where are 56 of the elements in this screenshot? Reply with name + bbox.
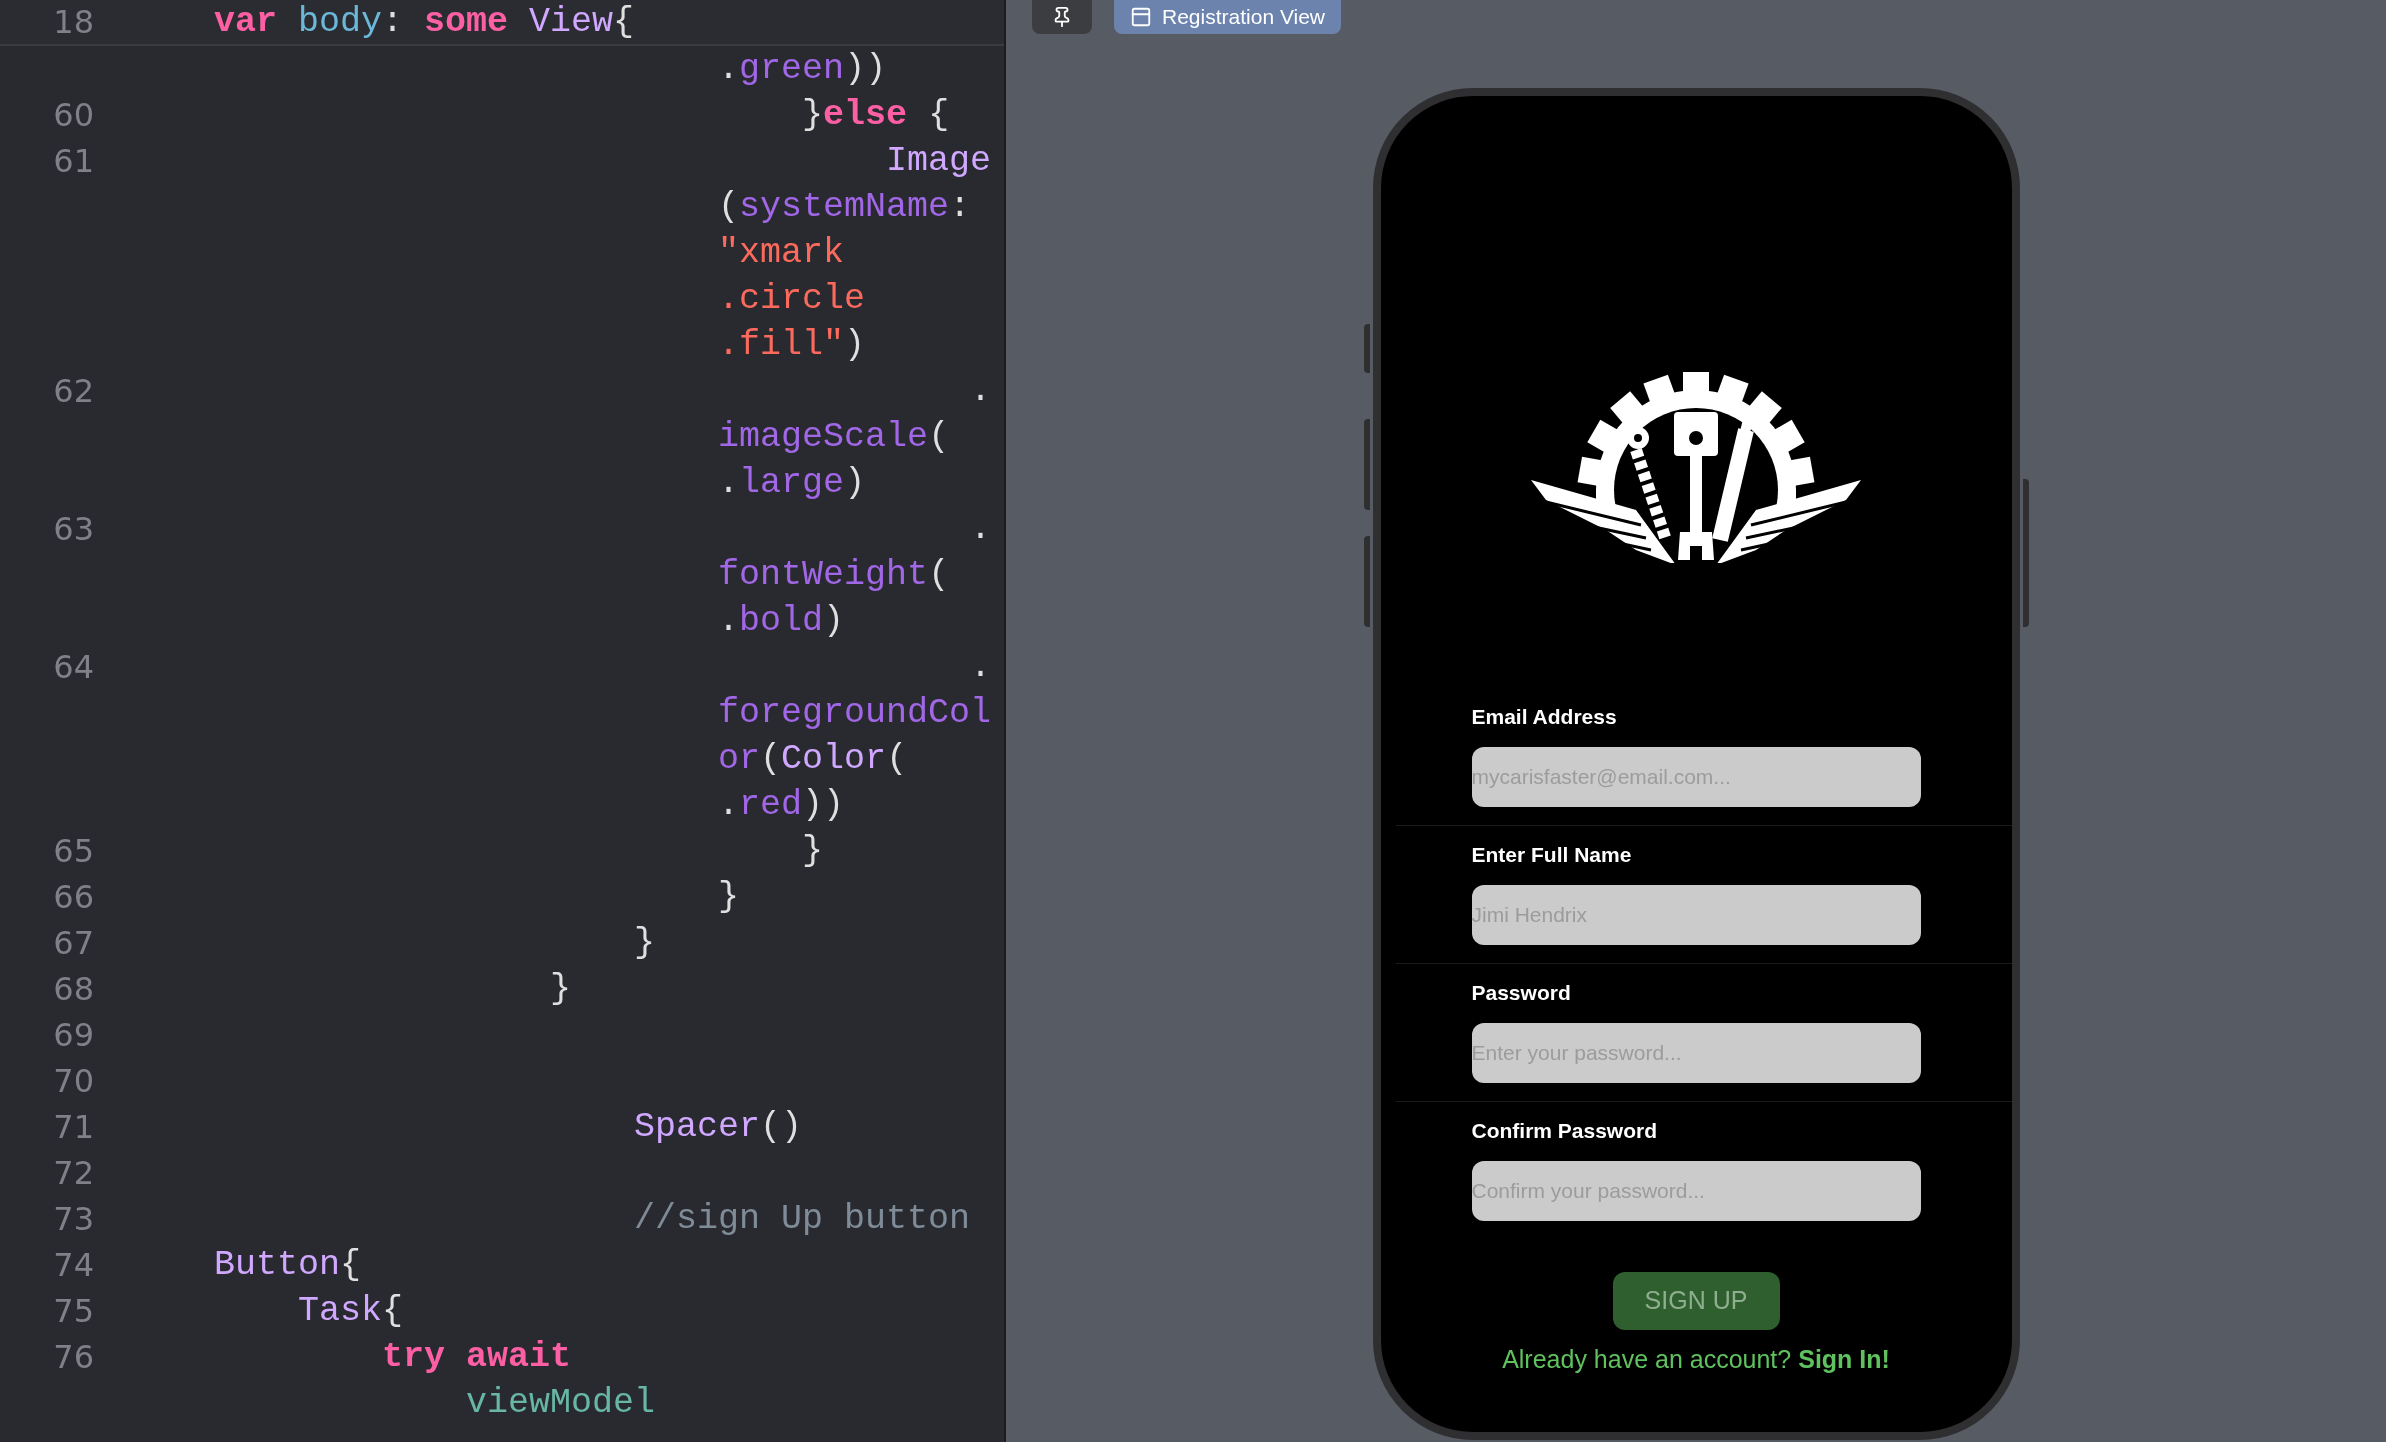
line-number: 74 <box>53 1246 94 1284</box>
line-number: 69 <box>53 1016 94 1054</box>
pin-button[interactable] <box>1032 0 1092 34</box>
code-line: } <box>717 876 740 919</box>
code-line: //sign Up button <box>633 1198 971 1241</box>
code-line: Spacer() <box>633 1106 803 1149</box>
code-line: or(Color( <box>717 738 908 781</box>
code-line: . <box>969 646 992 689</box>
code-line: var body: some View{ <box>214 1 635 44</box>
line-number: 75 <box>53 1292 94 1330</box>
field-label: Enter Full Name <box>1471 843 1633 867</box>
line-number: 61 <box>53 142 94 180</box>
code-line: foregroundCol <box>717 692 992 735</box>
line-number: 62 <box>53 372 94 410</box>
code-line: .green)) <box>717 48 887 91</box>
code-line: Task{ <box>297 1290 404 1333</box>
line-number: 76 <box>53 1338 94 1376</box>
line-number: 18 <box>53 3 94 41</box>
field-label: Email Address <box>1471 705 1618 729</box>
sign-up-button[interactable]: SIGN UP <box>1612 1272 1780 1330</box>
code-line: .circle <box>717 278 866 321</box>
window-icon <box>1130 6 1152 28</box>
line-number: 60 <box>53 96 94 134</box>
code-line: . <box>969 370 992 413</box>
field-label: Confirm Password <box>1471 1119 1659 1143</box>
sign-in-prompt: Already have an account? <box>1502 1344 1792 1375</box>
line-number: 65 <box>53 832 94 870</box>
code-line: } <box>549 968 572 1011</box>
code-line: .large) <box>717 462 866 505</box>
code-line: } <box>801 830 824 873</box>
field-label: Password <box>1471 981 1572 1005</box>
line-number: 68 <box>53 970 94 1008</box>
code-line: .fill") <box>717 324 866 367</box>
preview-tab[interactable]: Registration View <box>1114 0 1342 34</box>
line-number: 64 <box>53 648 94 686</box>
code-line: . <box>969 508 992 551</box>
code-line: Image <box>885 140 992 183</box>
code-line: try await <box>381 1336 572 1379</box>
line-number: 73 <box>53 1200 94 1238</box>
line-number: 63 <box>53 510 94 548</box>
code-line: } <box>633 922 656 965</box>
code-line: .red)) <box>717 784 845 827</box>
code-line: "xmark <box>717 232 845 275</box>
code-line: .bold) <box>717 600 845 643</box>
line-number: 70 <box>53 1062 94 1100</box>
line-number: 72 <box>53 1154 94 1192</box>
code-line: Button{ <box>214 1244 362 1287</box>
line-number: 71 <box>53 1108 94 1146</box>
sign-in-link[interactable]: Sign In! <box>1798 1341 1890 1379</box>
line-number: 66 <box>53 878 94 916</box>
code-line: (systemName: <box>717 186 971 229</box>
line-number: 67 <box>53 924 94 962</box>
code-line: viewModel <box>465 1382 656 1425</box>
code-line: imageScale( <box>717 416 950 459</box>
code-line: fontWeight( <box>717 554 950 597</box>
code-line: }else { <box>801 94 950 137</box>
